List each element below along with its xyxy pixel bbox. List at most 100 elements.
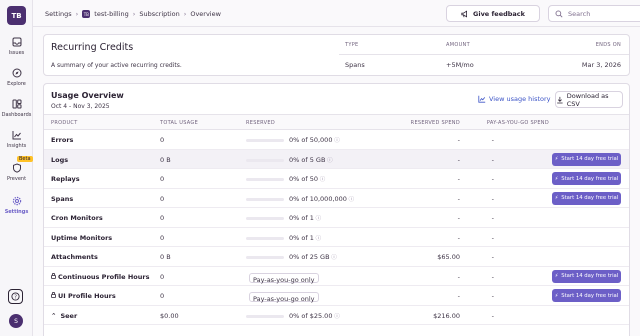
product-label: Continuous Profile Hours: [58, 272, 150, 281]
table-row: UI Profile Hours 0 Pay-as-you-go only - - ⚡ St…: [44, 286, 629, 306]
give-feedback-button[interactable]: Give feedback: [446, 5, 540, 22]
download-csv-label: Download as CSV: [566, 91, 609, 108]
total-usage: 0: [160, 136, 165, 144]
divider: [339, 54, 629, 55]
paygo-only-tag: Pay-as-you-go only: [249, 272, 319, 284]
start-trial-button[interactable]: ⚡ Start 14 day free trial: [552, 191, 621, 205]
usage-table-header: PRODUCT TOTAL USAGE RESERVED RESERVED SP…: [44, 114, 629, 130]
payg-spend: -: [491, 233, 494, 242]
product-label: UI Profile Hours: [58, 292, 116, 300]
chevron-right-icon: ›: [132, 10, 136, 18]
start-trial-button[interactable]: ⚡ Start 14 day free trial: [552, 172, 621, 185]
usage-progress-bar: [246, 178, 284, 181]
usage-progress-bar: [246, 217, 284, 220]
credit-type: Spans: [345, 61, 365, 69]
reserved-label: 0% of 50,000: [289, 136, 333, 144]
col-product-header: PRODUCT: [51, 120, 78, 126]
payg-spend: -: [491, 253, 494, 261]
sidebar-item-issues[interactable]: Issues: [0, 37, 33, 56]
paygo-only-tag: Pay-as-you-go only: [249, 292, 319, 303]
payg-spend: -: [491, 136, 494, 144]
sidebar-item-explore[interactable]: Explore: [0, 68, 33, 87]
reserved-value: 0% of 25 GB ⓘ: [289, 253, 337, 261]
help-button[interactable]: ?: [8, 289, 23, 304]
info-icon[interactable]: ⓘ: [314, 236, 322, 242]
breadcrumb-item-org[interactable]: test-billing: [94, 10, 128, 18]
reserved-label: 0% of 1: [289, 233, 314, 242]
info-icon[interactable]: ⓘ: [325, 158, 333, 164]
org-badge: TB: [82, 10, 91, 18]
reserved-value: 0% of 5 GB ⓘ: [289, 156, 333, 164]
info-icon[interactable]: ⓘ: [314, 216, 322, 222]
main-content: Recurring Credits A summary of your acti…: [33, 27, 640, 336]
product-name: Spans: [51, 195, 73, 203]
start-trial-button[interactable]: ⚡ Start 14 day free trial: [552, 289, 621, 302]
chart-icon: [12, 131, 21, 140]
total-usage: 0 B: [160, 155, 171, 164]
usage-overview-panel: Usage Overview Oct 4 - Nov 3, 2025 View …: [43, 83, 630, 336]
total-usage: 0: [160, 233, 165, 242]
chevron-right-icon: ›: [183, 10, 187, 18]
product-label: Attachments: [51, 253, 98, 261]
breadcrumb-item-settings[interactable]: Settings: [45, 10, 72, 18]
sidebar-item-label: Settings: [4, 209, 29, 215]
reserved-spend: $65.00: [437, 253, 460, 261]
breadcrumb-item-overview: Overview: [190, 10, 221, 18]
info-icon[interactable]: ⓘ: [347, 197, 355, 203]
reserved-label: 0% of 50: [289, 175, 318, 183]
chart-icon: [478, 95, 486, 103]
org-logo[interactable]: TB: [7, 6, 26, 25]
usage-progress-bar: [246, 236, 284, 240]
recurring-credits-panel: Recurring Credits A summary of your acti…: [43, 34, 630, 76]
info-icon[interactable]: ⓘ: [332, 314, 340, 320]
avatar[interactable]: S: [9, 314, 23, 328]
sidebar-item-settings[interactable]: Settings: [0, 196, 33, 215]
chevron-right-icon: ›: [75, 10, 79, 18]
view-usage-history-link[interactable]: View usage history: [478, 95, 551, 103]
total-usage: 0: [160, 175, 165, 183]
payg-spend: -: [491, 311, 494, 320]
give-feedback-label: Give feedback: [473, 9, 525, 18]
table-row: Attachments 0 B 0% of 25 GB ⓘ $65.00 -: [44, 247, 629, 267]
sidebar-item-prevent[interactable]: Prevent: [0, 163, 33, 182]
usage-period: Oct 4 - Nov 3, 2025: [51, 103, 110, 110]
reserved-spend: $216.00: [433, 311, 460, 320]
info-icon[interactable]: ⓘ: [332, 138, 340, 144]
table-row: Cron Monitors 0 0% of 1 ⓘ - -: [44, 208, 629, 228]
search-input[interactable]: Search: [548, 5, 640, 22]
usage-progress-bar: [246, 197, 284, 201]
start-trial-label: Start 14 day free trial: [561, 273, 619, 279]
start-trial-button[interactable]: ⚡ Start 14 day free trial: [552, 152, 621, 166]
col-reserved-spend-header: RESERVED SPEND: [410, 120, 460, 126]
download-csv-button[interactable]: Download as CSV: [555, 91, 623, 108]
product-name: Errors: [51, 136, 73, 144]
usage-progress-bar: [246, 139, 284, 142]
reserved-value: 0% of $25.00 ⓘ: [289, 312, 340, 320]
sidebar-item-label: Insights: [6, 143, 27, 149]
reserved-spend: -: [457, 214, 460, 222]
reserved-spend: -: [457, 233, 460, 242]
reserved-spend: -: [457, 194, 460, 203]
col-payg-spend-header: PAY-AS-YOU-GO SPEND: [486, 120, 549, 126]
credit-amount: +5M/mo: [446, 61, 474, 69]
usage-progress-bar: [246, 256, 284, 259]
sidebar-item-dashboards[interactable]: Dashboards: [0, 99, 33, 118]
info-icon[interactable]: ⓘ: [318, 177, 326, 183]
payg-spend: -: [491, 175, 494, 183]
info-icon[interactable]: ⓘ: [330, 255, 337, 261]
beta-badge: Beta: [17, 156, 33, 162]
product-label: Errors: [51, 136, 74, 144]
megaphone-icon: [461, 9, 467, 18]
start-trial-label: Start 14 day free trial: [561, 175, 619, 182]
reserved-value: 0% of 50,000 ⓘ: [289, 136, 340, 144]
chevron-up-icon[interactable]: ⌃: [51, 312, 56, 320]
product-name: Logs: [51, 156, 68, 164]
product-name: UI Profile Hours: [51, 292, 116, 300]
bolt-icon: ⚡: [554, 156, 559, 162]
breadcrumb-item-subscription[interactable]: Subscription: [139, 10, 179, 18]
start-trial-button[interactable]: ⚡ Start 14 day free trial: [552, 269, 621, 283]
bolt-icon: ⚡: [554, 292, 559, 299]
compass-icon: [12, 68, 21, 78]
sidebar-item-insights[interactable]: Insights: [0, 130, 33, 149]
reserved-value: 0% of 50 ⓘ: [289, 175, 325, 183]
